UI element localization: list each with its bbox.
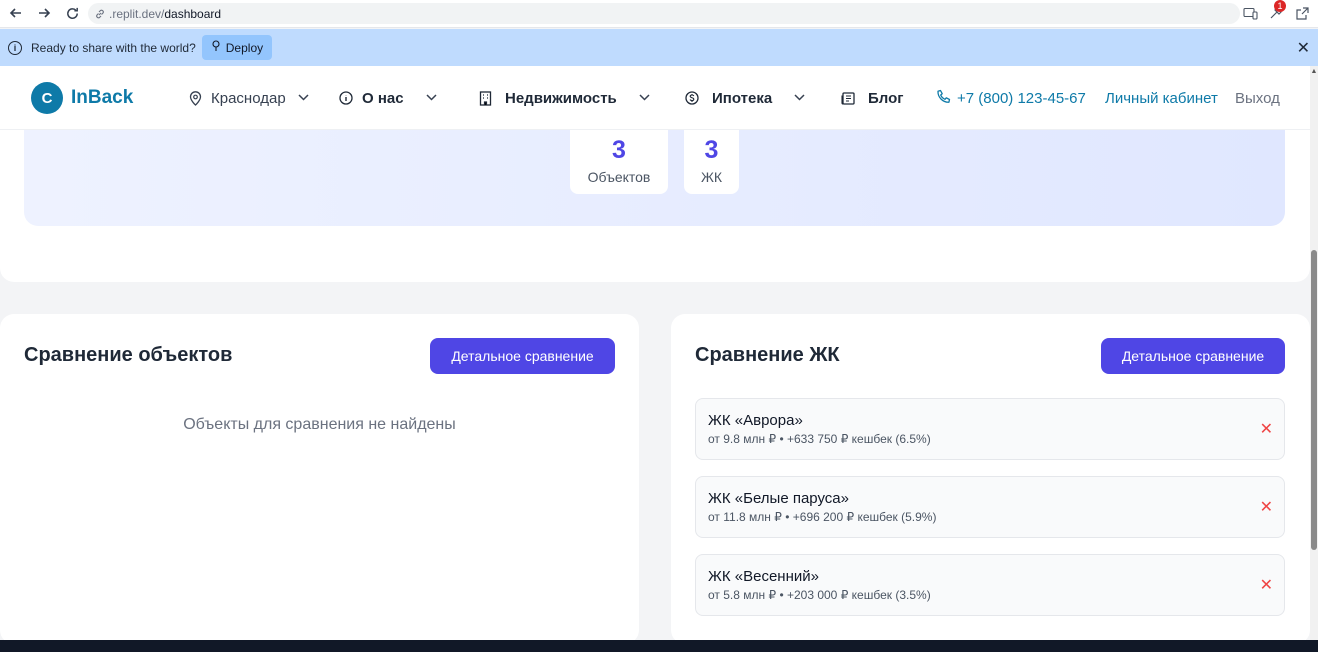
stat-complexes-label: ЖК [700,169,723,185]
logo-mark: C [31,82,63,114]
logo[interactable]: C InBack [31,82,133,114]
chevron-down-icon [298,92,309,104]
stat-objects-label: Объектов [587,169,651,185]
url-host: .replit.dev/ [109,6,165,21]
complex-item[interactable]: ЖК «Весенний» от 5.8 млн ₽ • +203 000 ₽ … [695,554,1285,616]
nav-realty-label: Недвижимость [505,89,617,107]
complex-item-details: от 9.8 млн ₽ • +633 750 ₽ кешбек (6.5%) [708,432,931,446]
scrollbar[interactable]: ▲ [1310,66,1318,640]
phone-icon [936,89,951,108]
complex-compare-card: Сравнение ЖК Детальное сравнение ЖК «Авр… [671,314,1310,644]
chevron-down-icon [426,92,437,104]
nav-blog[interactable]: Блог [840,66,904,130]
remove-icon[interactable]: ✕ [1260,419,1273,439]
chevron-down-icon [794,92,805,104]
deploy-button[interactable]: Deploy [201,35,273,60]
dollar-circle-icon [684,90,700,106]
reload-icon[interactable] [58,1,86,25]
complex-item-name: ЖК «Весенний» [708,568,819,585]
building-icon [477,90,493,106]
link-icon [94,8,106,20]
complex-item[interactable]: ЖК «Белые паруса» от 11.8 млн ₽ • +696 2… [695,476,1285,538]
newspaper-icon [840,90,856,106]
cabinet-link[interactable]: Личный кабинет [1105,66,1218,130]
scroll-thumb[interactable] [1311,250,1317,550]
complex-item-details: от 11.8 млн ₽ • +696 200 ₽ кешбек (5.9%) [708,510,937,524]
location-pin-icon [187,90,203,106]
chevron-down-icon [639,92,650,104]
complex-item-details: от 5.8 млн ₽ • +203 000 ₽ кешбек (3.5%) [708,588,931,602]
notification-badge: 1 [1274,0,1286,12]
stat-objects-value: 3 [612,136,626,164]
city-selector[interactable]: Краснодар [187,66,309,130]
complex-item-name: ЖК «Белые паруса» [708,490,849,507]
phone-number: +7 (800) 123-45-67 [957,89,1086,107]
nav-realty[interactable]: Недвижимость [477,66,650,130]
objects-detail-compare-button[interactable]: Детальное сравнение [430,338,615,374]
footer [0,640,1318,652]
extensions-icon[interactable]: 1 [1266,0,1286,24]
logout-link[interactable]: Выход [1235,66,1280,130]
nav-blog-label: Блог [868,89,904,107]
url-path: dashboard [164,6,222,21]
complex-item-name: ЖК «Аврора» [708,412,803,429]
objects-compare-card: Сравнение объектов Детальное сравнение О… [0,314,639,644]
complex-compare-title: Сравнение ЖК [695,344,840,366]
info-icon: i [8,40,22,55]
remove-icon[interactable]: ✕ [1260,497,1273,517]
site-header: C InBack Краснодар О нас Недвижимость Ип… [0,66,1310,130]
stat-objects: 3 Объектов [570,130,668,194]
stat-complexes-value: 3 [704,136,719,164]
objects-compare-title: Сравнение объектов [24,344,233,366]
phone-link[interactable]: +7 (800) 123-45-67 [936,66,1086,130]
nav-about[interactable]: О нас [338,66,437,130]
devices-icon[interactable] [1240,2,1260,24]
complex-detail-compare-button[interactable]: Детальное сравнение [1101,338,1285,374]
scroll-up-icon[interactable]: ▲ [1310,68,1318,76]
deploy-icon [211,40,221,55]
city-label: Краснодар [211,89,286,107]
complex-item[interactable]: ЖК «Аврора» от 9.8 млн ₽ • +633 750 ₽ ке… [695,398,1285,460]
nav-mortgage-label: Ипотека [712,89,773,107]
open-external-icon[interactable] [1292,2,1312,24]
stat-complexes: 3 ЖК [684,130,739,194]
banner-text: Ready to share with the world? [31,40,196,55]
logo-text: InBack [71,87,134,108]
back-icon[interactable] [2,1,30,25]
address-bar[interactable]: .replit.dev/dashboard [88,3,1240,24]
objects-empty-message: Объекты для сравнения не найдены [183,416,456,433]
stats-panel: 3 Объектов 3 ЖК [24,130,1285,226]
remove-icon[interactable]: ✕ [1260,575,1273,595]
close-icon[interactable]: ✕ [1297,38,1310,58]
browser-toolbar: .replit.dev/dashboard 1 [0,0,1318,28]
deploy-label: Deploy [225,40,264,55]
info-circle-icon [338,90,354,106]
deploy-banner: i Ready to share with the world? Deploy … [0,29,1318,66]
nav-about-label: О нас [362,89,404,107]
nav-mortgage[interactable]: Ипотека [684,66,805,130]
forward-icon[interactable] [30,1,58,25]
stats-section: 3 Объектов 3 ЖК [0,130,1310,282]
